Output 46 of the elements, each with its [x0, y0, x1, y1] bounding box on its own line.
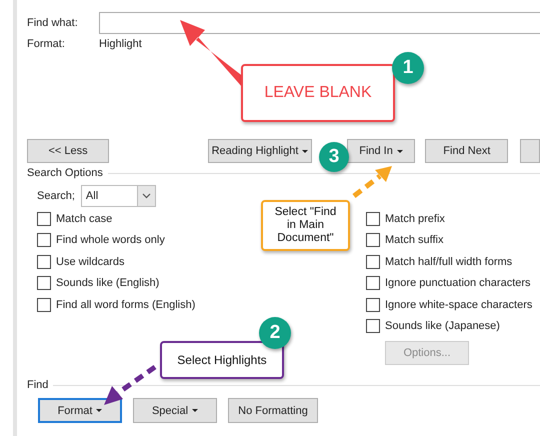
field-label: Format: — [27, 38, 66, 50]
option-checkbox[interactable]: Match prefix — [366, 210, 445, 228]
find-what-field[interactable] — [99, 12, 540, 34]
checkbox[interactable] — [366, 319, 380, 334]
checkbox[interactable] — [37, 298, 51, 312]
option-checkbox[interactable]: Match case — [37, 210, 112, 228]
group-title: Find — [27, 379, 48, 391]
action-button[interactable]: Reading Highlight — [208, 139, 312, 163]
action-button[interactable]: Find In — [346, 139, 416, 163]
checkbox[interactable] — [366, 212, 380, 226]
field-label: Find what: — [27, 17, 79, 29]
option-checkbox[interactable]: Match suffix — [366, 232, 444, 249]
checkbox[interactable] — [366, 276, 380, 290]
option-checkbox[interactable]: Ignore white-space characters — [366, 296, 532, 314]
option-checkbox[interactable]: Find all word forms (English) — [37, 296, 196, 314]
option-checkbox[interactable]: Sounds like (Japanese) — [366, 318, 500, 335]
find-button[interactable]: Special — [133, 398, 217, 423]
chevron-icon — [136, 186, 155, 206]
step-badge: 1 — [392, 52, 424, 84]
checkbox[interactable] — [37, 233, 51, 248]
step-badge: 2 — [259, 317, 291, 349]
option-checkbox[interactable]: Ignore punctuation characters — [366, 274, 531, 292]
find-button[interactable]: Format — [38, 398, 122, 423]
search-dropdown[interactable]: All — [80, 185, 156, 207]
checkbox[interactable] — [37, 254, 51, 269]
option-checkbox[interactable]: Match half/full width forms — [366, 253, 512, 270]
action-button[interactable]: Find Next — [425, 139, 508, 163]
checkbox[interactable] — [366, 254, 380, 269]
group-title: Search Options — [27, 167, 103, 179]
option-checkbox[interactable]: Use wildcards — [37, 253, 124, 270]
checkbox[interactable] — [366, 233, 380, 248]
option-checkbox[interactable]: Sounds like (English) — [37, 274, 160, 292]
dashed-arrow — [104, 364, 156, 405]
search-label: Search; — [37, 190, 75, 202]
action-button[interactable]: << Less — [27, 139, 110, 163]
dashed-arrow — [352, 166, 392, 198]
option-checkbox[interactable]: Find whole words only — [37, 232, 165, 249]
checkbox[interactable] — [37, 276, 51, 290]
callout: Select "Find in Main Document" — [261, 200, 350, 251]
callout: Select Highlights — [160, 341, 284, 379]
find-button[interactable]: No Formatting — [228, 398, 318, 423]
format-value: Highlight — [99, 38, 142, 50]
step-badge: 3 — [319, 142, 349, 172]
checkbox[interactable] — [366, 298, 380, 312]
checkbox[interactable] — [37, 212, 51, 226]
callout: LEAVE BLANK — [241, 64, 395, 122]
